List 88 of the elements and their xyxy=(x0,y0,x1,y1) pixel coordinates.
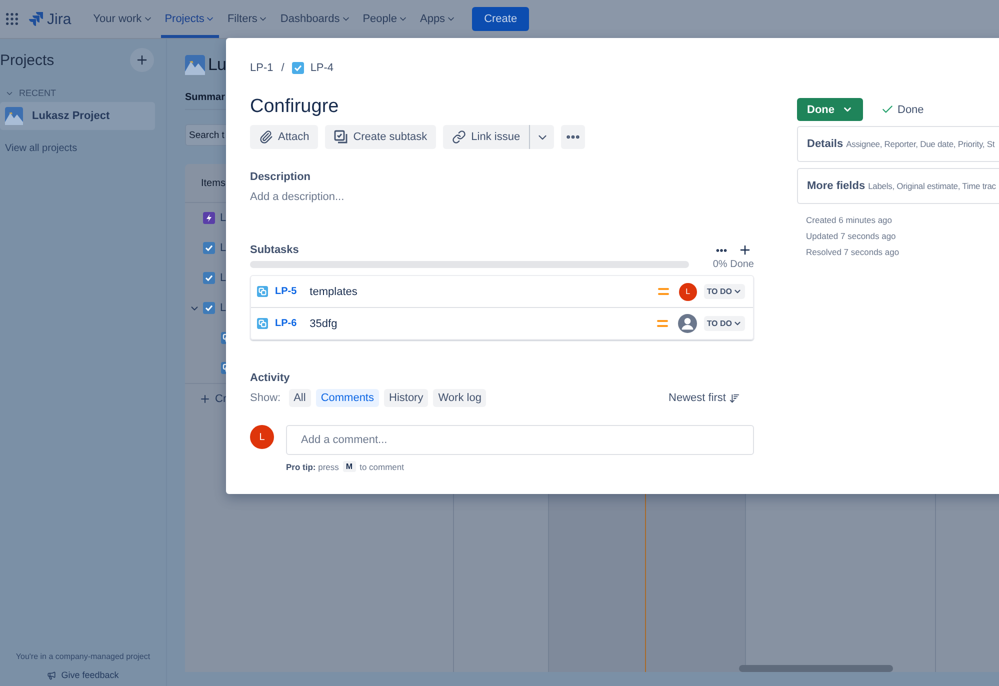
resolution-label: Done xyxy=(880,103,924,116)
give-feedback-link[interactable]: Give feedback xyxy=(47,670,119,680)
default-avatar-icon xyxy=(678,314,697,333)
activity-filter[interactable]: Work log xyxy=(433,389,486,407)
priority-medium-icon xyxy=(658,287,669,296)
section-heading: Subtasks xyxy=(250,244,299,256)
issue-title[interactable]: Confirugre xyxy=(250,96,754,118)
chevron-down-icon xyxy=(733,287,742,296)
project-icon xyxy=(185,55,205,75)
add-project-button[interactable] xyxy=(130,48,154,72)
panel-fields: Assignee, Reporter, Due date, Priority, St xyxy=(846,139,995,149)
checkbox-icon xyxy=(203,302,215,314)
breadcrumb-separator: / xyxy=(281,62,284,74)
status-button[interactable]: Done xyxy=(797,98,862,121)
breadcrumb-link[interactable]: LP-4 xyxy=(292,62,334,74)
section-heading: Activity xyxy=(250,372,291,384)
checkbox-icon xyxy=(203,272,215,284)
panel-title: More fields xyxy=(807,180,866,192)
create-button[interactable]: Create xyxy=(472,7,530,31)
project-type-note: You're in a company-managed project xyxy=(16,652,150,661)
nav-menu-item[interactable]: Filters xyxy=(223,0,272,38)
jira-logo-icon xyxy=(28,11,44,27)
date-info: Updated 7 seconds ago xyxy=(806,231,897,241)
plus-icon xyxy=(135,53,149,67)
keyboard-key: M xyxy=(342,461,356,472)
subtask-key[interactable]: LP-5 xyxy=(275,286,297,297)
link-icon xyxy=(452,130,466,144)
sort-button[interactable]: Newest first xyxy=(662,391,746,405)
status-dropdown[interactable]: TO DO xyxy=(704,316,745,331)
checkbox-icon xyxy=(203,242,215,254)
project-title: Lu xyxy=(208,55,226,75)
subtask-icon xyxy=(334,130,348,144)
status-dropdown[interactable]: TO DO xyxy=(704,284,745,299)
paperclip-icon xyxy=(259,130,273,144)
issue-key[interactable]: L xyxy=(220,242,226,254)
issue-key[interactable]: L xyxy=(220,302,226,314)
section-label: RECENT xyxy=(19,88,56,98)
checkbox-icon xyxy=(292,62,304,74)
sidebar-title: Projects xyxy=(0,52,54,68)
date-info: Created 6 minutes ago xyxy=(806,215,893,225)
fields-panel[interactable]: More fields Labels, Original estimate, Time trac xyxy=(797,168,999,204)
column-header: Items xyxy=(201,178,226,188)
subtask-summary[interactable]: 35dfg xyxy=(310,318,657,330)
activity-filter[interactable]: Comments xyxy=(316,389,379,407)
comment-field[interactable]: Add a comment... xyxy=(286,425,754,455)
sidebar-item[interactable]: Lukasz Project xyxy=(0,102,155,130)
subtask-icon xyxy=(257,286,268,297)
link-button[interactable]: Link issue xyxy=(443,125,530,149)
epic-bolt-icon xyxy=(203,212,215,224)
nav-menu-item[interactable]: Your work xyxy=(89,0,157,38)
date-info: Resolved 7 seconds ago xyxy=(806,247,900,257)
nav-menu-item[interactable]: People xyxy=(358,0,412,38)
more-button[interactable] xyxy=(561,125,586,149)
fields-panel[interactable]: Details Assignee, Reporter, Due date, Priority, St xyxy=(797,126,999,162)
app-switcher-icon[interactable] xyxy=(4,11,20,27)
section-heading: Description xyxy=(250,171,312,183)
activity-filter[interactable]: All xyxy=(288,389,311,407)
breadcrumb-link[interactable]: LP-1 xyxy=(250,62,274,74)
issue-key[interactable]: L xyxy=(220,212,226,224)
nav-menu-item[interactable]: Apps xyxy=(416,0,460,38)
pro-tip-text: Pro tip: press xyxy=(286,462,339,472)
user-avatar: L xyxy=(250,425,274,449)
show-label: Show: xyxy=(250,392,281,404)
progress-text: 0% Done xyxy=(712,259,754,270)
subtask-icon xyxy=(257,318,268,329)
panel-title: Details xyxy=(807,138,844,150)
issue-key[interactable]: L xyxy=(220,272,226,284)
subtask-summary[interactable]: templates xyxy=(310,286,658,298)
nav-menu-item[interactable]: Dashboards xyxy=(276,0,355,38)
app-name[interactable]: Jira xyxy=(47,10,72,28)
description-field[interactable]: Add a description... xyxy=(250,191,754,203)
scrollbar[interactable] xyxy=(739,665,893,672)
chevron-down-icon xyxy=(733,319,742,328)
activity-filter[interactable]: History xyxy=(384,389,428,407)
pro-tip-text: to comment xyxy=(360,462,404,472)
nav-menu-item[interactable]: Projects xyxy=(160,0,220,38)
megaphone-icon xyxy=(47,670,56,680)
project-icon xyxy=(5,107,23,125)
subtask-button[interactable]: Create subtask xyxy=(325,125,436,149)
panel-fields: Labels, Original estimate, Time trac xyxy=(868,181,996,191)
view-all-projects-link[interactable]: View all projects xyxy=(5,143,166,154)
assignee-avatar[interactable]: L xyxy=(678,282,697,300)
plus-icon xyxy=(199,393,211,405)
add-icon[interactable] xyxy=(738,243,752,257)
priority-medium-icon xyxy=(656,319,668,328)
subtask-key[interactable]: LP-6 xyxy=(275,318,297,329)
sort-icon xyxy=(729,392,740,404)
attach-button[interactable]: Attach xyxy=(250,125,318,149)
